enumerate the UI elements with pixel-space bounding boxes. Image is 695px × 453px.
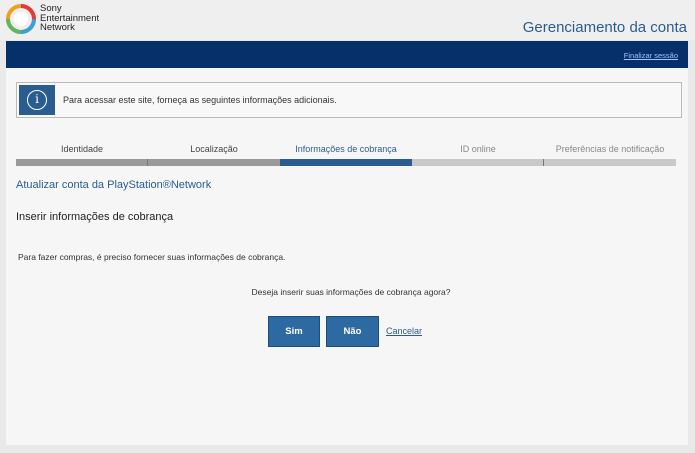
- billing-question: Deseja inserir suas informações de cobra…: [251, 287, 451, 297]
- info-icon: i: [27, 90, 47, 110]
- info-message-box: i Para acessar este site, forneça as seg…: [16, 82, 682, 118]
- step-label: ID online: [460, 144, 496, 154]
- step-preferencias-notificacao: Preferências de notificação: [544, 142, 676, 166]
- info-icon-container: i: [19, 85, 55, 115]
- step-label: Identidade: [60, 144, 104, 154]
- brand-text: Sony Entertainment Network: [40, 4, 99, 33]
- main-content: i Para acessar este site, forneça as seg…: [6, 68, 688, 445]
- section-description: Para fazer compras, é preciso fornecer s…: [18, 252, 286, 262]
- step-bar: [148, 159, 280, 166]
- step-identidade: Identidade: [16, 142, 148, 166]
- info-message: Para acessar este site, forneça as segui…: [63, 95, 337, 105]
- step-label: Localização: [190, 144, 238, 154]
- header: Sony Entertainment Network Gerenciamento…: [0, 0, 695, 40]
- navbar: Finalizar sessão: [6, 41, 688, 68]
- progress-steps: Identidade Localização Informações de co…: [16, 142, 676, 166]
- yes-button[interactable]: Sim: [268, 316, 320, 347]
- step-label: Preferências de notificação: [555, 144, 665, 154]
- step-bar: [280, 159, 412, 166]
- account-title: Gerenciamento da conta: [522, 19, 687, 36]
- section-title: Inserir informações de cobrança: [16, 211, 174, 223]
- section-heading: Atualizar conta da PlayStation®Network: [16, 179, 212, 191]
- step-label: Informações de cobrança: [295, 144, 397, 154]
- page: Sony Entertainment Network Gerenciamento…: [0, 0, 695, 453]
- brand-line-3: Network: [40, 22, 75, 33]
- logout-link[interactable]: Finalizar sessão: [624, 51, 678, 60]
- step-bar: [16, 159, 148, 166]
- step-id-online: ID online: [412, 142, 544, 166]
- no-button[interactable]: Não: [326, 316, 379, 347]
- step-informacoes-cobranca: Informações de cobrança: [280, 142, 412, 166]
- sony-entertainment-network-logo: [6, 4, 36, 34]
- step-bar: [412, 159, 544, 166]
- step-bar: [544, 159, 676, 166]
- step-localizacao: Localização: [148, 142, 280, 166]
- cancel-link[interactable]: Cancelar: [386, 326, 422, 336]
